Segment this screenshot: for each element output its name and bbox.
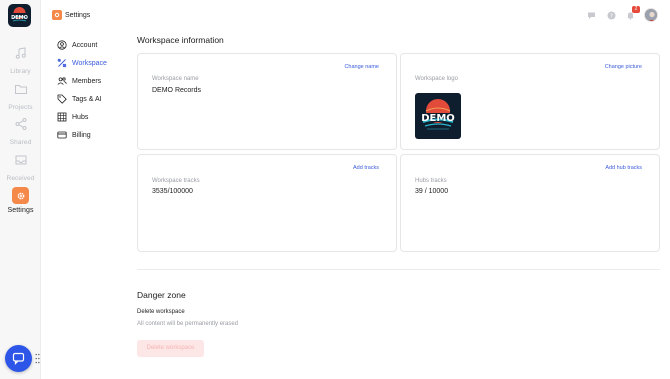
rail-label-projects: Projects — [8, 104, 33, 111]
hubs-tracks-label: Hubs tracks — [415, 178, 447, 184]
workspace-tracks-card: Add tracks Workspace tracks 3535/100000 — [137, 154, 397, 252]
tools-icon — [57, 58, 67, 68]
support-chat-button[interactable] — [5, 345, 32, 372]
chat-icon — [12, 352, 25, 365]
notification-badge: 2 — [632, 6, 640, 13]
danger-zone-title: Danger zone — [137, 290, 186, 300]
help-icon[interactable]: ? — [607, 11, 616, 20]
page-title: Workspace information — [137, 35, 224, 45]
avatar[interactable] — [644, 8, 658, 22]
settings-nav-hubs[interactable]: Hubs — [57, 108, 131, 126]
change-picture-button[interactable]: Change picture — [605, 64, 642, 70]
settings-nav-members[interactable]: Members — [57, 72, 131, 90]
rail-label-received: Received — [6, 175, 35, 182]
settings-nav-label: Members — [72, 77, 102, 85]
gear-icon — [52, 10, 62, 20]
workspace-tracks-label: Workspace tracks — [152, 178, 200, 184]
rail-label-settings: Settings — [7, 207, 34, 214]
settings-nav: Account Workspace Members Tags & AI Hubs — [57, 36, 131, 144]
inbox-icon — [15, 155, 26, 165]
section-divider — [137, 269, 660, 270]
users-icon — [57, 77, 67, 85]
settings-nav-label: Workspace — [72, 59, 107, 67]
hubs-tracks-value: 39 / 10000 — [415, 188, 449, 195]
delete-workspace-description: All content will be permanently erased — [137, 321, 239, 327]
workspace-logo-label: Workspace logo — [415, 76, 458, 82]
share-icon — [15, 118, 26, 130]
app-rail: DEMO Library Projects Shared Received Se… — [0, 0, 41, 379]
rail-item-projects[interactable]: Projects — [0, 82, 41, 111]
workspace-logo-icon[interactable]: DEMO — [8, 4, 31, 27]
workspace-logo-card: Change picture Workspace logo DEMO — [400, 53, 660, 150]
svg-text:DEMO: DEMO — [421, 113, 455, 124]
breadcrumb-label: Settings — [65, 11, 91, 19]
rail-item-shared[interactable]: Shared — [0, 117, 41, 146]
settings-nav-billing[interactable]: Billing — [57, 126, 131, 144]
settings-nav-label: Tags & AI — [72, 95, 102, 103]
rail-item-library[interactable]: Library — [0, 46, 41, 75]
hubs-tracks-card: Add hub tracks Hubs tracks 39 / 10000 — [400, 154, 660, 252]
add-hub-tracks-button[interactable]: Add hub tracks — [605, 165, 642, 171]
settings-nav-account[interactable]: Account — [57, 36, 131, 54]
folder-icon — [14, 85, 27, 94]
top-bar: Settings ? 2 — [41, 0, 670, 30]
rail-label-shared: Shared — [9, 139, 32, 146]
breadcrumb: Settings — [52, 10, 90, 20]
settings-nav-workspace[interactable]: Workspace — [57, 54, 131, 72]
settings-nav-label: Billing — [72, 131, 91, 139]
rail-item-received[interactable]: Received — [0, 153, 41, 182]
gear-icon — [12, 187, 29, 204]
settings-nav-label: Account — [72, 41, 98, 49]
add-tracks-button[interactable]: Add tracks — [353, 165, 379, 171]
settings-nav-label: Hubs — [72, 113, 89, 121]
drag-handle-icon[interactable] — [35, 353, 40, 364]
credit-card-icon — [57, 131, 67, 139]
rail-item-settings[interactable]: Settings — [0, 187, 41, 214]
delete-workspace-button[interactable]: Delete workspace — [137, 340, 204, 357]
tag-icon — [57, 94, 67, 104]
delete-workspace-label: Delete workspace — [137, 309, 185, 315]
user-circle-icon — [57, 40, 67, 50]
workspace-name-label: Workspace name — [152, 76, 199, 82]
settings-nav-tags-ai[interactable]: Tags & AI — [57, 90, 131, 108]
feedback-icon[interactable] — [587, 11, 596, 20]
hub-icon — [57, 112, 67, 122]
workspace-tracks-value: 3535/100000 — [152, 188, 193, 195]
workspace-name-card: Change name Workspace name DEMO Records — [137, 53, 397, 150]
workspace-name-value: DEMO Records — [152, 87, 202, 94]
music-note-icon — [15, 47, 26, 59]
rail-label-library: Library — [10, 68, 31, 75]
change-name-button[interactable]: Change name — [344, 64, 379, 70]
workspace-logo-image: DEMO — [415, 93, 461, 139]
svg-text:?: ? — [610, 14, 613, 20]
